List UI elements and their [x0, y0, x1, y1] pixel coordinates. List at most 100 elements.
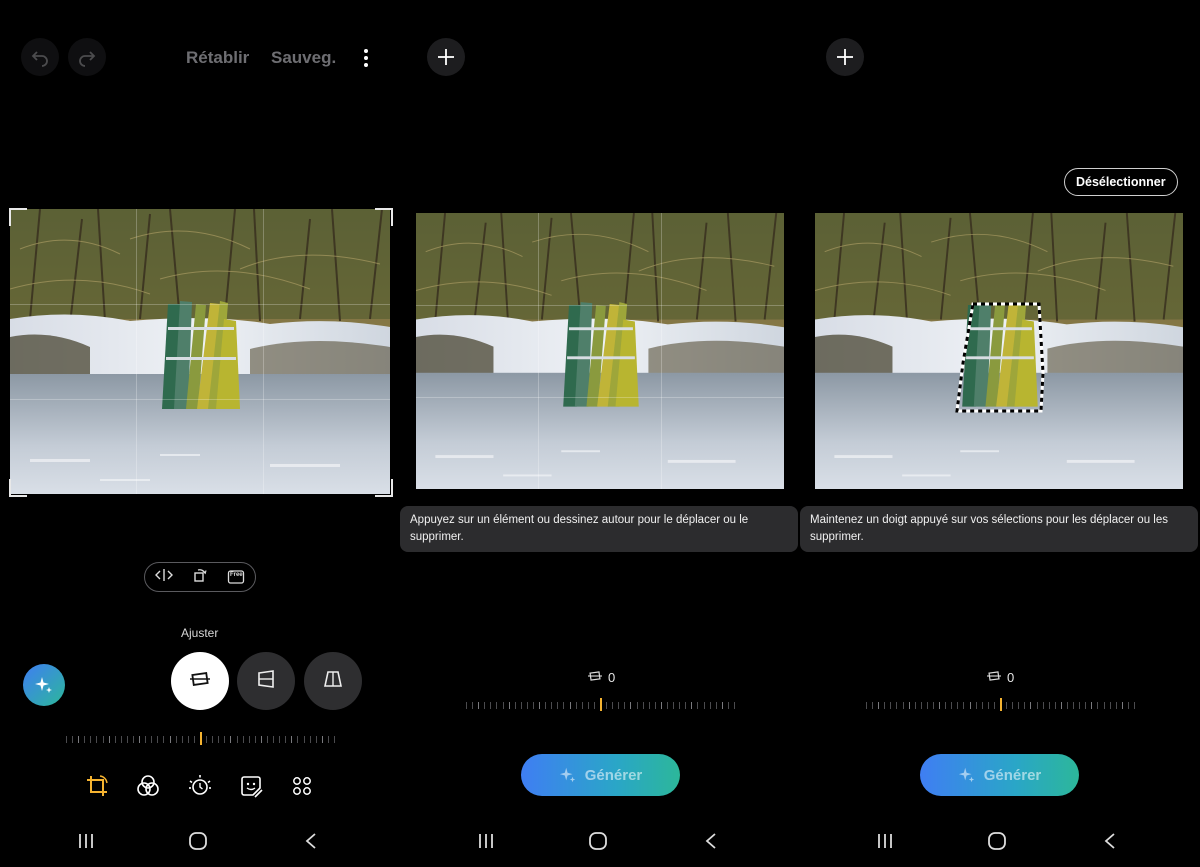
aspect-free-icon[interactable]: Free — [227, 569, 245, 585]
sticker-tool-button[interactable] — [237, 774, 265, 802]
vertical-perspective-button[interactable] — [237, 652, 295, 710]
object-selected-panel: Désélectionner Maintenez un doigt appuyé… — [800, 0, 1200, 867]
ruler-tick — [612, 702, 613, 709]
ruler-tick — [206, 736, 207, 743]
nav-recents-button[interactable] — [73, 830, 99, 856]
more-tools-button[interactable] — [288, 774, 316, 802]
crop-handle-top-right[interactable] — [375, 208, 393, 226]
save-button[interactable]: Sauveg. — [271, 48, 336, 68]
ruler-tick — [679, 702, 680, 709]
add-button[interactable] — [826, 38, 864, 76]
ruler-tick — [963, 702, 964, 709]
ai-suggest-button[interactable] — [23, 664, 65, 706]
photo-canvas[interactable] — [416, 213, 784, 489]
ruler-center-marker — [600, 698, 602, 711]
ruler-tick — [267, 736, 268, 743]
ruler-tick — [1055, 702, 1056, 709]
nav-home-button[interactable] — [984, 830, 1010, 856]
hint-tooltip: Appuyez sur un élément ou dessinez autou… — [400, 506, 798, 552]
add-button[interactable] — [427, 38, 465, 76]
ruler-tick — [994, 702, 995, 709]
straighten-button[interactable] — [171, 652, 229, 710]
ruler-tick — [466, 702, 467, 709]
ruler-tick — [1037, 702, 1038, 709]
undo-icon — [29, 46, 51, 68]
filters-icon — [136, 774, 160, 803]
sparkle-icon — [958, 766, 976, 784]
ruler-tick — [728, 702, 729, 709]
photo-canvas[interactable] — [10, 209, 390, 494]
ruler-tick — [988, 702, 989, 709]
ruler-tick — [866, 702, 867, 709]
nav-back-button[interactable] — [298, 830, 324, 856]
nav-recents-button[interactable] — [872, 830, 898, 856]
ruler-tick — [224, 736, 225, 743]
ruler-tick — [539, 702, 540, 709]
ruler-tick — [310, 736, 311, 743]
grid-line — [263, 209, 264, 494]
ruler-tick — [1085, 702, 1086, 709]
ruler-tick — [322, 736, 323, 743]
generate-button[interactable]: Générer — [521, 754, 680, 796]
ruler-tick — [297, 736, 298, 743]
more-options-button[interactable] — [358, 46, 374, 70]
photo-canvas[interactable] — [815, 213, 1183, 489]
nav-recents-button[interactable] — [473, 830, 499, 856]
crop-tool-button[interactable] — [83, 774, 111, 802]
ruler-tick — [478, 702, 479, 709]
deselect-button[interactable]: Désélectionner — [1064, 168, 1178, 196]
crop-rotate-icon — [84, 773, 110, 804]
ruler-tick — [691, 702, 692, 709]
redo-button[interactable] — [68, 38, 106, 76]
ruler-tick — [637, 702, 638, 709]
flip-icon[interactable] — [154, 567, 173, 588]
ruler-tick — [261, 736, 262, 743]
free-badge: Free — [229, 572, 243, 578]
angle-ruler[interactable] — [466, 697, 735, 711]
horizontal-perspective-button[interactable] — [304, 652, 362, 710]
crop-handle-bottom-right[interactable] — [375, 479, 393, 497]
generate-label: Générer — [584, 766, 643, 784]
ruler-tick — [872, 702, 873, 709]
sparkle-icon — [559, 766, 577, 784]
crop-handle-bottom-left[interactable] — [9, 479, 27, 497]
ruler-tick — [1091, 702, 1092, 709]
crop-handle-top-left[interactable] — [9, 208, 27, 226]
rotate-icon[interactable] — [192, 567, 208, 588]
nav-back-button[interactable] — [1097, 830, 1123, 856]
ruler-tick — [182, 736, 183, 743]
filters-tool-button[interactable] — [134, 774, 162, 802]
ruler-tick — [588, 702, 589, 709]
grid-line — [538, 213, 539, 489]
generate-button[interactable]: Générer — [920, 754, 1079, 796]
angle-ruler[interactable] — [866, 697, 1135, 711]
ruler-tick — [151, 736, 152, 743]
nav-home-button[interactable] — [585, 830, 611, 856]
ruler-tick — [685, 702, 686, 709]
ruler-tick — [545, 702, 546, 709]
ruler-tick — [72, 736, 73, 743]
home-icon — [188, 831, 208, 856]
angle-ruler[interactable] — [66, 731, 335, 745]
ruler-tick — [710, 702, 711, 709]
ruler-tick — [630, 702, 631, 709]
ruler-tick — [982, 702, 983, 709]
selection-outline[interactable] — [815, 213, 1183, 489]
ruler-tick — [576, 702, 577, 709]
ruler-tick — [927, 702, 928, 709]
ruler-tick — [503, 702, 504, 709]
straighten-icon — [588, 670, 602, 685]
undo-button[interactable] — [21, 38, 59, 76]
system-nav-bar — [400, 830, 800, 856]
nav-back-button[interactable] — [698, 830, 724, 856]
ruler-tick — [237, 736, 238, 743]
object-edit-panel: Appuyez sur un élément ou dessinez autou… — [400, 0, 800, 867]
system-nav-bar — [800, 830, 1200, 856]
nav-home-button[interactable] — [185, 830, 211, 856]
ruler-tick — [606, 702, 607, 709]
system-nav-bar — [0, 830, 400, 856]
revert-button[interactable]: Rétablir — [186, 48, 249, 68]
tone-tool-button[interactable] — [186, 774, 214, 802]
ruler-tick — [915, 702, 916, 709]
brightness-icon — [187, 773, 213, 804]
